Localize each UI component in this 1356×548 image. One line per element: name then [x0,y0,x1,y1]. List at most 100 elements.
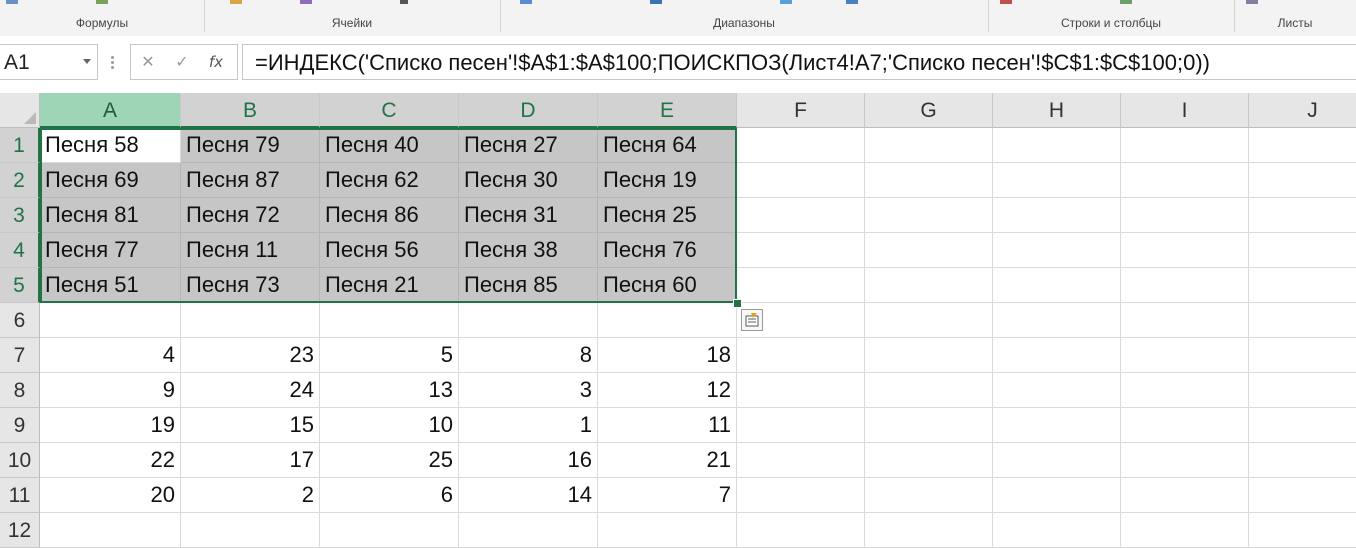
cell-a2[interactable]: Песня 69 [40,163,181,198]
cell-a7[interactable]: 4 [40,338,181,373]
cell-f3[interactable] [737,198,865,233]
cell-g6[interactable] [865,303,993,338]
select-all-button[interactable] [0,93,40,128]
cell-i7[interactable] [1121,338,1249,373]
cell-b8[interactable]: 24 [181,373,320,408]
cell-h9[interactable] [993,408,1121,443]
row-header-8[interactable]: 8 [0,373,40,408]
cell-e3[interactable]: Песня 25 [598,198,737,233]
row-header-4[interactable]: 4 [0,233,40,268]
cell-c5[interactable]: Песня 21 [320,268,459,303]
cell-a3[interactable]: Песня 81 [40,198,181,233]
cell-f9[interactable] [737,408,865,443]
cell-d1[interactable]: Песня 27 [459,128,598,163]
cell-a12[interactable] [40,513,181,548]
cell-i1[interactable] [1121,128,1249,163]
cell-c4[interactable]: Песня 56 [320,233,459,268]
cell-i6[interactable] [1121,303,1249,338]
cell-e12[interactable] [598,513,737,548]
cell-e6[interactable] [598,303,737,338]
cell-c11[interactable]: 6 [320,478,459,513]
cancel-icon[interactable]: ✕ [137,51,159,73]
enter-icon[interactable]: ✓ [171,51,193,73]
cell-a1[interactable]: Песня 58 [40,128,181,163]
cell-c1[interactable]: Песня 40 [320,128,459,163]
cell-g5[interactable] [865,268,993,303]
cell-g4[interactable] [865,233,993,268]
cell-c10[interactable]: 25 [320,443,459,478]
column-header-e[interactable]: E [598,93,737,128]
cell-f8[interactable] [737,373,865,408]
cell-g12[interactable] [865,513,993,548]
cell-d9[interactable]: 1 [459,408,598,443]
cell-d7[interactable]: 8 [459,338,598,373]
cell-d2[interactable]: Песня 30 [459,163,598,198]
column-header-c[interactable]: C [320,93,459,128]
cell-h8[interactable] [993,373,1121,408]
cell-j1[interactable] [1249,128,1356,163]
cell-b7[interactable]: 23 [181,338,320,373]
cell-i2[interactable] [1121,163,1249,198]
cell-d12[interactable] [459,513,598,548]
cell-a6[interactable] [40,303,181,338]
chevron-down-icon[interactable] [83,59,91,64]
cell-b9[interactable]: 15 [181,408,320,443]
row-header-6[interactable]: 6 [0,303,40,338]
cell-c9[interactable]: 10 [320,408,459,443]
cell-f10[interactable] [737,443,865,478]
cell-g3[interactable] [865,198,993,233]
row-header-11[interactable]: 11 [0,478,40,513]
cell-e10[interactable]: 21 [598,443,737,478]
formula-text[interactable]: =ИНДЕКС('Списко песен'!$A$1:$A$100;ПОИСК… [255,50,1210,76]
cell-e7[interactable]: 18 [598,338,737,373]
cell-b5[interactable]: Песня 73 [181,268,320,303]
cell-i10[interactable] [1121,443,1249,478]
cell-c3[interactable]: Песня 86 [320,198,459,233]
cell-j12[interactable] [1249,513,1356,548]
cell-e2[interactable]: Песня 19 [598,163,737,198]
cell-f1[interactable] [737,128,865,163]
column-header-f[interactable]: F [737,93,865,128]
cell-f4[interactable] [737,233,865,268]
cell-h10[interactable] [993,443,1121,478]
row-header-5[interactable]: 5 [0,268,40,303]
row-header-3[interactable]: 3 [0,198,40,233]
cell-d11[interactable]: 14 [459,478,598,513]
cell-g11[interactable] [865,478,993,513]
cell-i3[interactable] [1121,198,1249,233]
cell-f5[interactable] [737,268,865,303]
cell-b2[interactable]: Песня 87 [181,163,320,198]
cell-c6[interactable] [320,303,459,338]
cell-a4[interactable]: Песня 77 [40,233,181,268]
cell-j7[interactable] [1249,338,1356,373]
cell-j5[interactable] [1249,268,1356,303]
cell-h12[interactable] [993,513,1121,548]
formula-input[interactable]: =ИНДЕКС('Списко песен'!$A$1:$A$100;ПОИСК… [242,44,1356,80]
cell-b4[interactable]: Песня 11 [181,233,320,268]
cell-g2[interactable] [865,163,993,198]
quick-analysis-icon[interactable] [742,310,762,330]
cell-d3[interactable]: Песня 31 [459,198,598,233]
cell-g9[interactable] [865,408,993,443]
insert-function-icon[interactable]: fx [205,51,227,73]
cell-h11[interactable] [993,478,1121,513]
cell-b12[interactable] [181,513,320,548]
cell-h3[interactable] [993,198,1121,233]
cell-j2[interactable] [1249,163,1356,198]
cell-j4[interactable] [1249,233,1356,268]
cell-g7[interactable] [865,338,993,373]
cell-h5[interactable] [993,268,1121,303]
cell-e11[interactable]: 7 [598,478,737,513]
cell-g10[interactable] [865,443,993,478]
cell-c2[interactable]: Песня 62 [320,163,459,198]
column-header-b[interactable]: B [181,93,320,128]
cell-h1[interactable] [993,128,1121,163]
cell-d6[interactable] [459,303,598,338]
fill-handle[interactable] [733,299,742,308]
cell-h7[interactable] [993,338,1121,373]
cell-b11[interactable]: 2 [181,478,320,513]
cell-f11[interactable] [737,478,865,513]
cell-i9[interactable] [1121,408,1249,443]
cell-j10[interactable] [1249,443,1356,478]
cell-b3[interactable]: Песня 72 [181,198,320,233]
